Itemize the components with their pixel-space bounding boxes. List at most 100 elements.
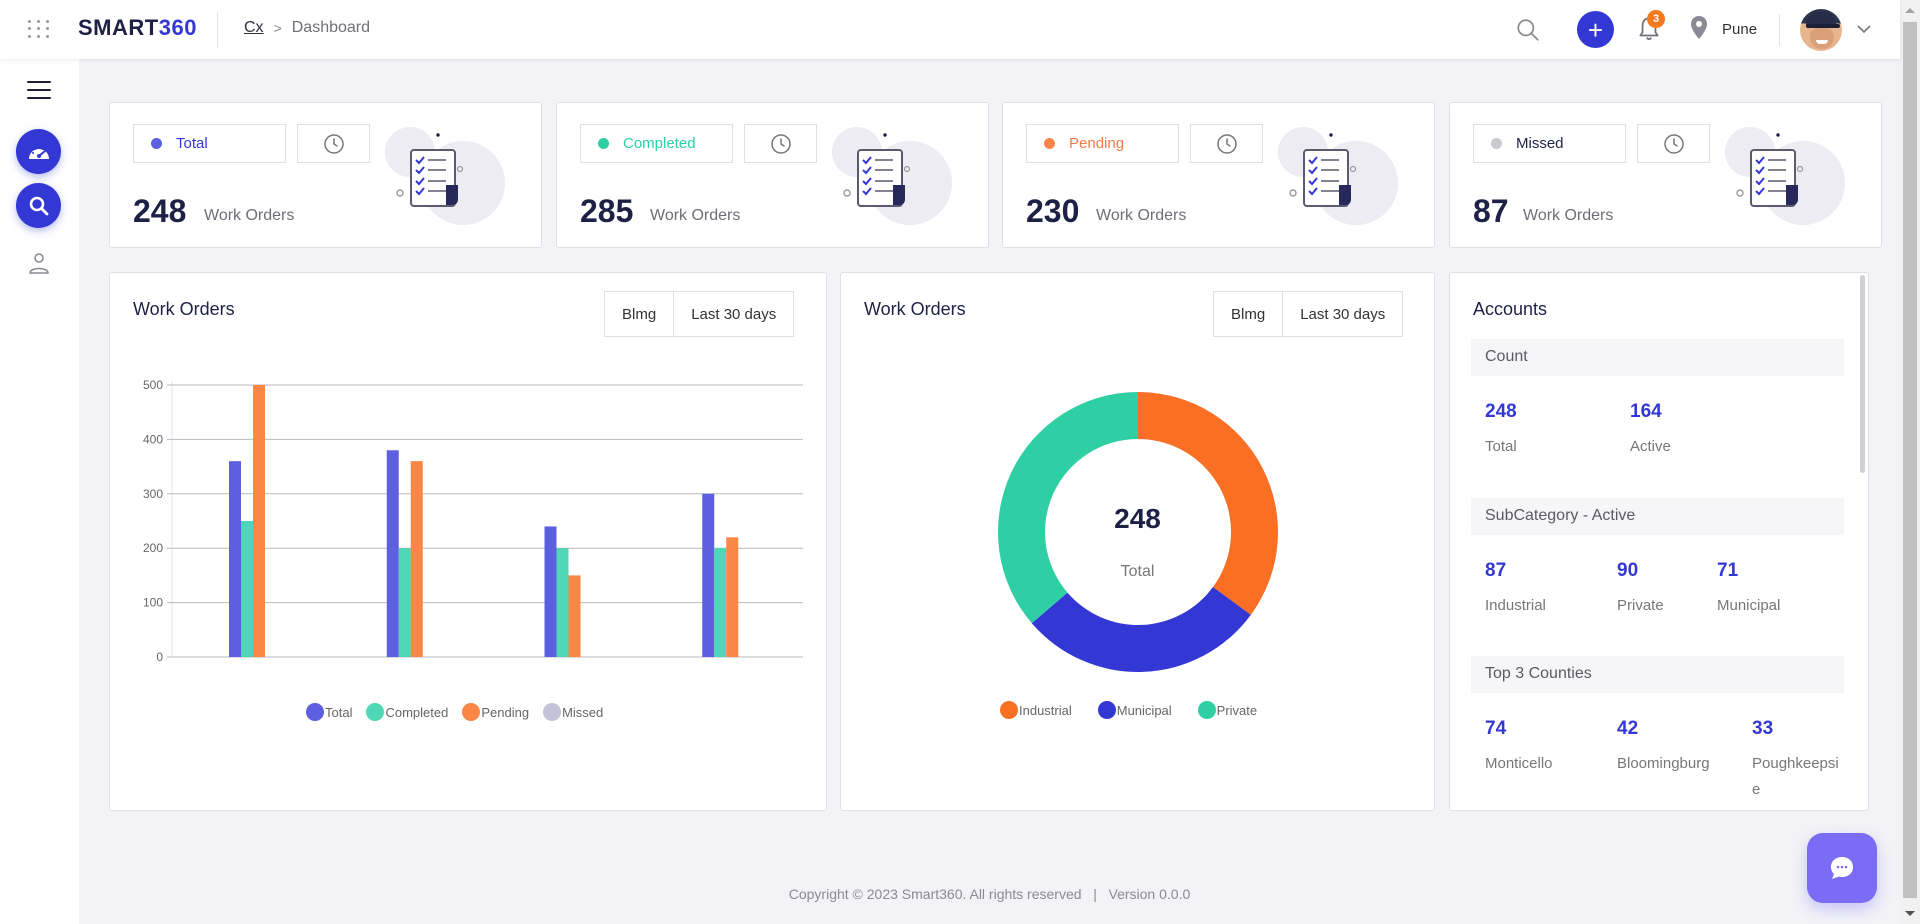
legend-item-pending[interactable]: Pending [462, 703, 529, 721]
stat-value: 285 [580, 193, 634, 229]
header-divider [1779, 14, 1780, 46]
panel-title: Work Orders [133, 299, 235, 319]
bar-completed[interactable] [241, 521, 253, 657]
legend-item-municipal[interactable]: Municipal [1097, 701, 1172, 719]
speedometer-icon [28, 146, 49, 159]
page-scrollbar[interactable] [1900, 0, 1920, 924]
bar-completed[interactable] [556, 548, 569, 657]
time-filter-button[interactable] [744, 124, 817, 163]
donut-center-value: 248 [1114, 503, 1161, 534]
scrollbar-thumb[interactable] [1903, 22, 1917, 898]
y-tick-label: 300 [143, 487, 163, 501]
sidebar-item-dashboard[interactable] [16, 129, 61, 174]
status-filter-button[interactable]: Pending [1026, 124, 1179, 163]
bar-total[interactable] [544, 526, 557, 657]
logo[interactable]: SMART360 [78, 15, 197, 41]
bar-completed[interactable] [714, 548, 727, 657]
avatar[interactable] [1800, 9, 1842, 51]
accounts-section-header: Top 3 Counties [1471, 656, 1844, 693]
bar-total[interactable] [702, 493, 715, 657]
checklist-illustration-icon [385, 127, 505, 225]
bar-pending[interactable] [568, 575, 581, 657]
scroll-up-arrow-icon[interactable] [1905, 8, 1915, 13]
legend-item-missed[interactable]: Missed [543, 703, 603, 721]
status-dot [151, 138, 162, 149]
time-filter-button[interactable] [1190, 124, 1263, 163]
status-filter-button[interactable]: Total [133, 124, 286, 163]
logo-text: SMART [78, 15, 159, 40]
account-stat-label: Total [1485, 438, 1517, 455]
location-selector[interactable]: Pune [1722, 21, 1757, 38]
y-tick-label: 0 [156, 650, 163, 664]
status-dot [1491, 138, 1502, 149]
scroll-down-arrow-icon[interactable] [1905, 911, 1915, 916]
legend-item-industrial[interactable]: Industrial [1000, 701, 1072, 719]
legend-label: Completed [385, 704, 449, 720]
filter-date-range-button[interactable]: Last 30 days [673, 292, 793, 336]
copyright-text: Copyright © 2023 Smart360. All rights re… [788, 886, 1082, 902]
add-button[interactable]: + [1577, 11, 1614, 48]
legend-swatch [1097, 701, 1116, 719]
header-divider [217, 12, 218, 48]
legend-item-total[interactable]: Total [306, 703, 352, 721]
chat-bubble-icon [1831, 857, 1853, 879]
donut-slice-municipal[interactable] [1031, 587, 1251, 672]
bar-completed[interactable] [398, 548, 411, 657]
plus-icon: + [1587, 14, 1604, 45]
legend-label: Municipal [1116, 702, 1172, 718]
stat-unit: Work Orders [650, 207, 741, 224]
status-filter-button[interactable]: Completed [580, 124, 733, 163]
chat-button[interactable] [1807, 833, 1877, 903]
donut-chart-legend: Industrial Municipal Private [1000, 701, 1283, 719]
notification-badge: 3 [1647, 10, 1665, 28]
account-stat-value: 42 [1617, 718, 1639, 739]
bar-total[interactable] [229, 461, 241, 657]
breadcrumb: Cx > Dashboard [244, 19, 370, 37]
search-icon[interactable] [1515, 17, 1541, 43]
accounts-section-header: Count [1471, 339, 1844, 376]
stat-card-missed: Missed 87 Work Orders [1449, 102, 1882, 248]
legend-swatch [1197, 701, 1216, 719]
status-dot [1044, 138, 1055, 149]
stat-value: 248 [133, 193, 187, 229]
bar-chart-legend: Total Completed Pending Missed [306, 703, 617, 721]
accounts-section-header: SubCategory - Active [1471, 498, 1844, 535]
checklist-illustration-icon [1278, 127, 1398, 225]
checklist-illustration-icon [832, 127, 952, 225]
legend-item-completed[interactable]: Completed [366, 703, 448, 721]
bar-pending[interactable] [410, 461, 423, 657]
status-dot [598, 138, 609, 149]
chevron-down-icon[interactable] [1855, 22, 1873, 36]
account-stat-value: 164 [1630, 401, 1662, 422]
account-stat-label: Monticello [1485, 755, 1553, 772]
top-header: SMART360 Cx > Dashboard + 3 Pune [0, 0, 1900, 59]
y-tick-label: 500 [143, 378, 163, 392]
sidebar-item-search[interactable] [16, 183, 61, 228]
account-stat-label: Poughkeepsie [1752, 755, 1839, 798]
legend-label: Total [325, 704, 353, 720]
bar-pending[interactable] [726, 537, 739, 657]
time-filter-button[interactable] [297, 124, 370, 163]
legend-label: Pending [481, 704, 530, 720]
accounts-title: Accounts [1473, 299, 1548, 319]
breadcrumb-parent-link[interactable]: Cx [244, 19, 264, 37]
legend-item-private[interactable]: Private [1197, 701, 1257, 719]
status-label: Completed [623, 135, 696, 152]
status-filter-button[interactable]: Missed [1473, 124, 1626, 163]
sidebar [0, 59, 79, 924]
status-label: Pending [1069, 135, 1125, 152]
accounts-scrollbar[interactable] [1860, 275, 1865, 473]
logo-number: 360 [158, 15, 197, 40]
stat-card-pending: Pending 230 Work Orders [1002, 102, 1435, 248]
filter-building-button[interactable]: Blmg [605, 292, 673, 336]
stat-value: 230 [1026, 193, 1080, 229]
apps-grid-icon[interactable] [28, 20, 50, 38]
account-stat-value: 71 [1717, 560, 1739, 581]
bar-total[interactable] [386, 450, 399, 657]
bar-pending[interactable] [253, 385, 265, 657]
legend-label: Industrial [1019, 702, 1072, 718]
account-stat-label: Active [1630, 438, 1671, 455]
hamburger-icon[interactable] [27, 81, 51, 101]
user-icon[interactable] [28, 252, 50, 276]
time-filter-button[interactable] [1637, 124, 1710, 163]
